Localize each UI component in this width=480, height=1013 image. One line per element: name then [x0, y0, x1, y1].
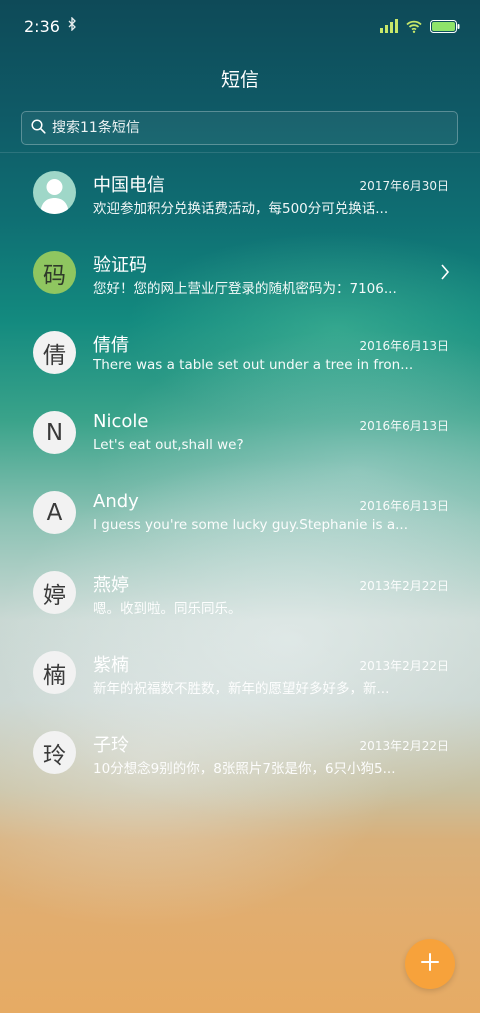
search-icon	[31, 118, 46, 138]
conversation-row-5[interactable]: 婷 燕婷 2013年2月22日 嗯。收到啦。同乐同乐。	[0, 552, 480, 632]
search-input[interactable]	[46, 119, 457, 137]
contact-avatar: 码	[33, 251, 76, 294]
message-preview: There was a table set out under a tree i…	[93, 357, 414, 373]
contact-avatar: 倩	[33, 331, 76, 374]
person-icon	[33, 171, 76, 214]
conversation-row-6[interactable]: 楠 紫楠 2013年2月22日 新年的祝福数不胜数，新年的愿望好多好多，新...	[0, 632, 480, 712]
message-date: 2016年6月13日	[359, 499, 449, 513]
message-preview: 10分想念9别的你，8张照片7张是你，6只小狗5...	[93, 761, 396, 777]
message-preview: 新年的祝福数不胜数，新年的愿望好多好多，新...	[93, 681, 390, 697]
conversation-row-1[interactable]: 码 验证码 您好！您的网上营业厅登录的随机密码为：7106...	[0, 232, 480, 312]
conversation-row-4[interactable]: A Andy 2016年6月13日 I guess you're some lu…	[0, 472, 480, 552]
signal-icon	[380, 19, 398, 33]
contact-avatar: 楠	[33, 651, 76, 694]
status-time: 2:36	[24, 16, 60, 36]
contact-name: 子玲	[93, 735, 129, 756]
bluetooth-icon	[68, 16, 77, 35]
contact-name: Andy	[93, 491, 139, 512]
message-date: 2013年2月22日	[359, 579, 449, 593]
message-preview: 嗯。收到啦。同乐同乐。	[93, 601, 242, 617]
contact-name: 燕婷	[93, 575, 129, 596]
new-message-button[interactable]	[405, 939, 455, 989]
message-preview: Let's eat out,shall we?	[93, 437, 244, 453]
battery-icon	[430, 19, 460, 33]
conversation-row-7[interactable]: 玲 子玲 2013年2月22日 10分想念9别的你，8张照片7张是你，6只小狗5…	[0, 712, 480, 792]
contact-avatar: A	[33, 491, 76, 534]
status-bar: 2:36	[0, 0, 480, 52]
contact-avatar: N	[33, 411, 76, 454]
status-left: 2:36	[24, 16, 77, 36]
conversation-row-2[interactable]: 倩 倩倩 2016年6月13日 There was a table set ou…	[0, 312, 480, 392]
plus-icon	[421, 953, 439, 975]
contact-avatar: 婷	[33, 571, 76, 614]
contact-name: 验证码	[93, 255, 147, 276]
contact-name: 倩倩	[93, 335, 129, 356]
message-date: 2013年2月22日	[359, 659, 449, 673]
message-preview: 欢迎参加积分兑换话费活动，每500分可兑换话...	[93, 201, 389, 217]
wifi-icon	[406, 20, 422, 33]
message-preview: I guess you're some lucky guy.Stephanie …	[93, 517, 408, 533]
message-preview: 您好！您的网上营业厅登录的随机密码为：7106...	[93, 281, 397, 297]
conversation-row-3[interactable]: N Nicole 2016年6月13日 Let's eat out,shall …	[0, 392, 480, 472]
search-bar[interactable]	[21, 111, 458, 145]
contact-avatar: 玲	[33, 731, 76, 774]
page-title: 短信	[220, 68, 259, 91]
message-date: 2016年6月13日	[359, 419, 449, 433]
chevron-right-icon	[440, 262, 450, 282]
status-right	[380, 19, 460, 33]
contact-name: 紫楠	[93, 655, 129, 676]
conversation-row-0[interactable]: 中国电信 2017年6月30日 欢迎参加积分兑换话费活动，每500分可兑换话..…	[0, 152, 480, 232]
message-date: 2013年2月22日	[359, 739, 449, 753]
message-date: 2016年6月13日	[359, 339, 449, 353]
contact-name: Nicole	[93, 411, 149, 432]
contact-name: 中国电信	[93, 175, 165, 196]
message-date: 2017年6月30日	[359, 179, 449, 193]
conversation-list: 中国电信 2017年6月30日 欢迎参加积分兑换话费活动，每500分可兑换话..…	[0, 152, 480, 792]
